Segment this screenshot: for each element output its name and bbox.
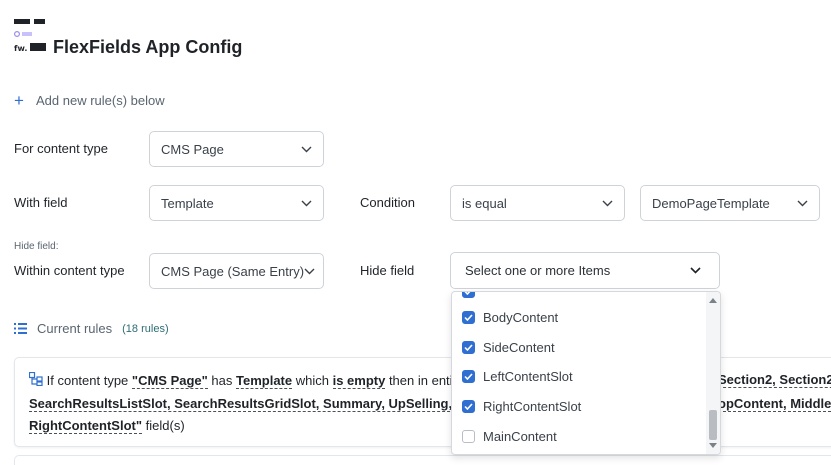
- next-rule-card[interactable]: [14, 455, 831, 465]
- rule-text-3: which: [292, 373, 333, 388]
- within-content-type-value: CMS Page (Same Entry): [161, 263, 305, 279]
- hide-field-caption: Hide field:: [14, 241, 59, 252]
- hide-field-placeholder: Select one or more Items: [465, 263, 611, 278]
- with-field-value: Template: [161, 195, 214, 211]
- hide-field-multiselect[interactable]: Select one or more Items: [450, 252, 720, 289]
- chevron-down-icon: [690, 267, 701, 274]
- rule-text-2: has: [207, 373, 236, 388]
- dropdown-item[interactable]: MainContent: [462, 429, 557, 444]
- checkbox-checked-icon: [462, 370, 475, 383]
- condition-value-text: DemoPageTemplate: [652, 195, 770, 211]
- app-title: FlexFields App Config: [53, 37, 243, 57]
- add-rule-label: Add new rule(s) below: [36, 93, 165, 108]
- rule-content-type: "CMS Page": [131, 373, 208, 389]
- rule-line-3: RightContentSlot" field(s): [29, 418, 185, 434]
- rule-text-end: field(s): [142, 418, 185, 433]
- rule-hidden-fields-2-tail: opContent, MiddleC: [718, 396, 831, 412]
- rule-line-1: If content type "CMS Page" has Template …: [28, 371, 463, 389]
- condition-label: Condition: [360, 195, 415, 210]
- content-type-select[interactable]: CMS Page: [149, 131, 324, 167]
- rule-field: Template: [236, 373, 293, 389]
- rules-count: (18 rules): [122, 322, 169, 335]
- hide-field-dropdown[interactable]: BodyContent SideContent LeftContentSlot …: [451, 291, 721, 455]
- chevron-down-icon: [602, 200, 613, 206]
- scroll-down-icon[interactable]: [709, 443, 717, 448]
- current-rules-title: Current rules: [37, 321, 113, 336]
- dropdown-item[interactable]: LeftContentSlot: [462, 369, 573, 384]
- condition-select[interactable]: is equal: [450, 185, 625, 221]
- content-type-value: CMS Page: [161, 141, 224, 157]
- app-logo: fw.: [13, 19, 48, 53]
- dropdown-item-label: RightContentSlot: [483, 399, 582, 414]
- hierarchy-icon: [28, 371, 43, 387]
- current-rules-header: Current rules (18 rules): [14, 321, 169, 336]
- rule-hidden-fields-2: SearchResultsListSlot, SearchResultsGrid…: [29, 396, 466, 412]
- rule-hidden-field-last: RightContentSlot": [29, 418, 143, 434]
- list-icon: [14, 323, 27, 334]
- checkbox-checked-icon: [462, 292, 475, 298]
- rule-line-2-tail: opContent, MiddleC: [718, 396, 831, 412]
- chevron-down-icon: [301, 146, 312, 152]
- dropdown-scrollbar[interactable]: [706, 292, 720, 454]
- rule-hidden-fields-tail: Section2, Section2A: [718, 372, 831, 388]
- dropdown-item-label: SideContent: [483, 340, 555, 355]
- rule-line-2: SearchResultsListSlot, SearchResultsGrid…: [29, 396, 466, 412]
- rule-text-1: If content type: [46, 373, 132, 388]
- rule-condition: is empty: [332, 373, 386, 389]
- plus-icon: +: [14, 91, 24, 110]
- dropdown-item-label: MainContent: [483, 429, 557, 444]
- chevron-down-icon: [304, 268, 315, 274]
- checkbox-checked-icon: [462, 400, 475, 413]
- within-content-type-label: Within content type: [14, 263, 125, 278]
- add-rule-button[interactable]: + Add new rule(s) below: [14, 91, 165, 110]
- dropdown-item[interactable]: BodyContent: [462, 310, 558, 325]
- checkbox-unchecked-icon: [462, 430, 475, 443]
- chevron-down-icon: [301, 200, 312, 206]
- condition-value-select[interactable]: DemoPageTemplate: [640, 185, 820, 221]
- content-type-label: For content type: [14, 141, 108, 156]
- checkbox-checked-icon: [462, 311, 475, 324]
- rule-line-1-tail: Section2, Section2A: [718, 372, 831, 388]
- dropdown-item-partial[interactable]: [462, 292, 475, 298]
- within-content-type-select[interactable]: CMS Page (Same Entry): [149, 253, 324, 289]
- checkbox-checked-icon: [462, 341, 475, 354]
- with-field-select[interactable]: Template: [149, 185, 324, 221]
- dropdown-item[interactable]: SideContent: [462, 340, 555, 355]
- chevron-down-icon: [797, 200, 808, 206]
- dropdown-item-label: LeftContentSlot: [483, 369, 573, 384]
- condition-value: is equal: [462, 195, 507, 211]
- scroll-up-icon[interactable]: [709, 298, 717, 303]
- logo-text: fw.: [14, 44, 27, 53]
- scrollbar-thumb[interactable]: [709, 410, 717, 440]
- dropdown-item[interactable]: RightContentSlot: [462, 399, 581, 414]
- dropdown-item-label: BodyContent: [483, 310, 559, 325]
- hide-field-label: Hide field: [360, 263, 415, 278]
- with-field-label: With field: [14, 195, 68, 210]
